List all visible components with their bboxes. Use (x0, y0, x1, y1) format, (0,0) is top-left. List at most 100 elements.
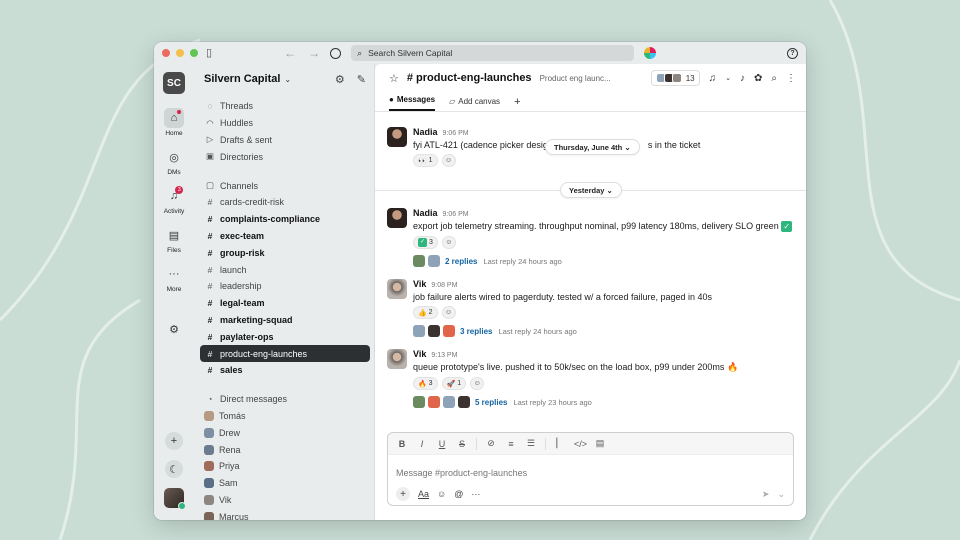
date-pill[interactable]: Thursday, June 4th ⌄ (545, 139, 640, 155)
ordered-list-icon[interactable]: ≡ (505, 439, 517, 449)
chevron-down-icon[interactable]: ⌄ (725, 74, 731, 82)
members-button[interactable]: 13 (650, 70, 700, 86)
add-reaction-icon[interactable]: ☺ (441, 154, 456, 167)
sidebar-channel-complaints-compliance[interactable]: # complaints-compliance (200, 211, 370, 228)
code-block-icon[interactable]: ▤ (594, 438, 606, 449)
tab-add-canvas[interactable]: ▱ Add canvas (449, 97, 500, 111)
text-format-icon[interactable]: Aa (418, 489, 429, 499)
sidebar-dm-drew[interactable]: Drew (200, 424, 370, 441)
sidebar-dm-marcus[interactable]: Marcus (200, 508, 370, 520)
search-input[interactable]: ⌕ Search Silvern Capital (351, 45, 635, 61)
theme-moon-icon[interactable]: ☾ (165, 460, 183, 478)
italic-button[interactable]: I (416, 439, 428, 449)
more-dots-icon[interactable]: ··· (471, 489, 480, 499)
bold-button[interactable]: B (396, 439, 408, 449)
rail-item-more[interactable]: ··· More (164, 264, 184, 293)
sidebar-item-huddles[interactable]: ◠ Huddles (200, 115, 370, 132)
sidebar-dm-sam[interactable]: Sam (200, 475, 370, 492)
sidebar-channel-paylater-ops[interactable]: # paylater-ops (200, 328, 370, 345)
avatar[interactable] (387, 127, 407, 147)
blockquote-icon[interactable]: ▏ (554, 438, 566, 449)
bulleted-list-icon[interactable]: ☰ (525, 438, 537, 449)
dm-header[interactable]: ◔ Direct messages (200, 391, 370, 408)
rail-item-dms[interactable]: ◎ DMs (164, 147, 184, 177)
sidebar-channel-group-risk[interactable]: # group-risk (200, 244, 370, 261)
compose-icon[interactable]: ✎ (357, 73, 366, 86)
strikethrough-button[interactable]: S (456, 439, 468, 449)
add-workspace-button[interactable]: + (165, 432, 183, 450)
add-reaction-icon[interactable]: ☺ (441, 306, 456, 319)
replies-link[interactable]: 3 replies (460, 327, 492, 336)
sidebar-item-directories[interactable]: ▣ Directories (200, 148, 370, 165)
message-input[interactable] (388, 455, 793, 483)
message-time[interactable]: 9:13 PM (431, 352, 457, 359)
reaction-thumbs-up[interactable]: 👍 2 (413, 306, 438, 319)
add-reaction-icon[interactable]: ☺ (441, 236, 456, 250)
avatar[interactable] (387, 349, 407, 369)
workspace-settings-icon[interactable]: ⚙ (335, 73, 345, 86)
send-icon[interactable]: ➤ (762, 489, 770, 500)
back-arrow-icon[interactable]: ← (284, 46, 296, 60)
star-icon[interactable]: ☆ (389, 72, 399, 85)
channel-title[interactable]: # product-eng-launches (407, 72, 532, 84)
channels-header[interactable]: ▢ Channels (200, 177, 370, 194)
thread-summary[interactable]: 2 replies Last reply 24 hours ago (413, 255, 798, 268)
sidebar-item-threads[interactable]: ◌ Threads (200, 98, 370, 115)
message-author[interactable]: Nadia (413, 127, 438, 137)
mention-icon[interactable]: @ (454, 489, 463, 499)
sidebar-toggle-icon[interactable]: ▯ (206, 47, 212, 59)
message-author[interactable]: Nadia (413, 208, 438, 218)
sidebar-channel-marketing-squad[interactable]: # marketing-squad (200, 312, 370, 329)
help-icon[interactable]: ? (787, 47, 798, 59)
forward-arrow-icon[interactable]: → (308, 46, 320, 60)
sidebar-dm-priya[interactable]: Priya (200, 458, 370, 475)
sidebar-channel-legal-team[interactable]: # legal-team (200, 295, 370, 312)
message-time[interactable]: 9:06 PM (443, 130, 469, 137)
close-window-button[interactable] (162, 49, 170, 57)
kebab-menu-icon[interactable]: ⋮ (786, 73, 796, 84)
minimize-window-button[interactable] (176, 49, 184, 57)
sidebar-channel-leadership[interactable]: # leadership (200, 278, 370, 295)
emoji-icon[interactable]: ☺ (437, 489, 446, 499)
sidebar-channel-exec-team[interactable]: # exec-team (200, 228, 370, 245)
search-icon[interactable]: ⌕ (771, 73, 777, 84)
message-author[interactable]: Vik (413, 349, 426, 359)
yesterday-pill[interactable]: Yesterday ⌄ (560, 182, 622, 198)
replies-link[interactable]: 2 replies (445, 257, 477, 266)
underline-button[interactable]: U (436, 439, 448, 449)
sidebar-channel-cards-credit-risk[interactable]: # cards-credit-risk (200, 194, 370, 211)
sidebar-channel-sales[interactable]: # sales (200, 362, 370, 379)
link-icon[interactable]: ⊘ (485, 438, 497, 449)
apps-icon[interactable]: ✿ (754, 73, 762, 84)
replies-link[interactable]: 5 replies (475, 398, 507, 407)
user-avatar[interactable] (164, 488, 186, 510)
thread-summary[interactable]: 3 replies Last reply 24 hours ago (413, 325, 798, 337)
avatar[interactable] (387, 208, 407, 228)
sidebar-dm-vik[interactable]: Vik (200, 492, 370, 509)
headphones-icon[interactable]: ♫ (709, 73, 717, 84)
rail-item-activity[interactable]: ♫ 3 Activity (164, 186, 184, 215)
message-author[interactable]: Vik (413, 279, 426, 289)
chevron-down-icon[interactable]: ⌄ (777, 489, 785, 500)
workspace-header[interactable]: Silvern Capital ⌄ ⚙ ✎ (194, 64, 374, 94)
rail-item-settings[interactable]: ⚙ (164, 319, 184, 339)
add-reaction-icon[interactable]: ☺ (470, 377, 485, 390)
maximize-window-button[interactable] (190, 49, 198, 57)
reaction-check[interactable]: ✓ 3 (413, 236, 438, 250)
bell-icon[interactable]: ♪ (740, 73, 745, 84)
tab-messages[interactable]: ● Messages (389, 95, 436, 111)
sidebar-channel-product-eng-launches[interactable]: # product-eng-launches (200, 345, 370, 362)
sidebar-dm-tomas[interactable]: Tomás (200, 408, 370, 425)
rail-item-home[interactable]: ⌂ Home (164, 108, 184, 137)
add-tab-button[interactable]: + (514, 96, 520, 111)
history-icon[interactable] (330, 47, 342, 59)
channel-topic[interactable]: Product eng launc... (540, 74, 611, 83)
avatar[interactable] (387, 279, 407, 299)
sidebar-channel-launch[interactable]: # launch (200, 261, 370, 278)
message-time[interactable]: 9:06 PM (443, 211, 469, 218)
sidebar-dm-rena[interactable]: Rena (200, 441, 370, 458)
reaction-fire[interactable]: 🔥 3 (413, 377, 438, 390)
code-icon[interactable]: </> (574, 439, 587, 449)
sidebar-item-drafts[interactable]: ▷ Drafts & sent (200, 132, 370, 149)
reaction-eyes[interactable]: 👀 1 (413, 154, 438, 167)
